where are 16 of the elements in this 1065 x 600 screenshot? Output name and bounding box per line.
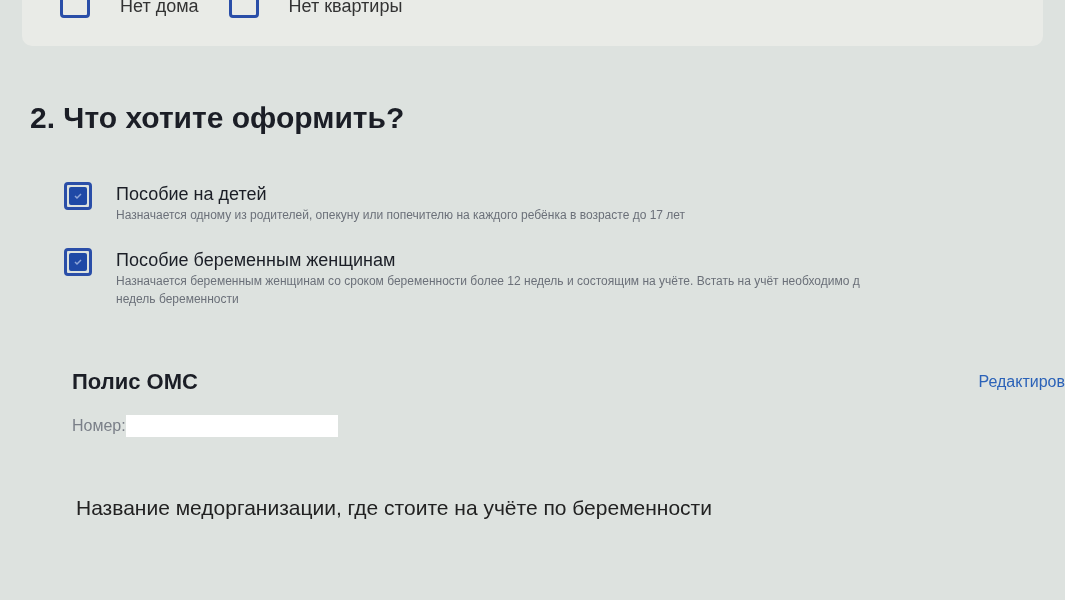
checkbox-label: Нет квартиры [288,0,403,16]
option-description: Назначается беременным женщинам со сроком беременности более 12 недель и состоящим на учёте. Встать на учёт необходимо д [116,273,860,290]
section-heading: Полис ОМС [72,368,198,396]
checkbox[interactable] [64,248,92,276]
field-label: Номер: [72,416,126,436]
checkbox-label: Нет дома [120,0,199,16]
check-icon [73,191,83,201]
check-icon [73,257,83,267]
option-label: Пособие на детей [116,183,268,206]
option-description: Назначается одному из родителей, опекуну или попечителю на каждого ребёнка в возрасте до 17 лет [116,207,686,224]
field-label: Название медорганизации, где стоите на учёте по беременности [76,495,713,521]
edit-link[interactable]: Редактиров [978,370,1065,394]
option-description: недель беременности [116,291,240,308]
checkbox[interactable] [64,182,92,210]
option-label: Пособие беременным женщинам [116,249,397,272]
section-title: 2. Что хотите оформить? [30,100,406,136]
